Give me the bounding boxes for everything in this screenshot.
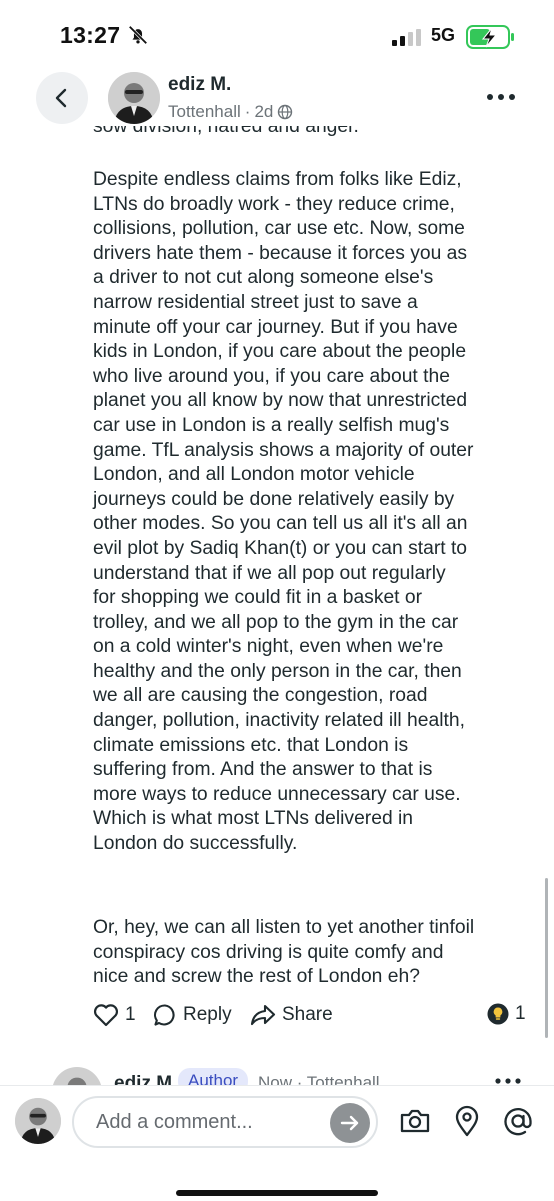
author-location[interactable]: Tottenhall (168, 102, 241, 122)
arrow-right-icon (340, 1115, 359, 1131)
comment-input-wrapper[interactable] (72, 1096, 378, 1148)
camera-icon[interactable] (398, 1104, 432, 1138)
like-button[interactable]: 1 (93, 1003, 136, 1027)
reply-label: Reply (183, 1004, 232, 1025)
post-actions: 1 Reply Share 1 (93, 1003, 533, 1031)
globe-icon (278, 104, 293, 120)
send-button[interactable] (330, 1103, 370, 1143)
reactions-summary[interactable]: 1 (487, 1003, 526, 1025)
share-button[interactable]: Share (250, 1003, 333, 1027)
author-avatar[interactable] (108, 72, 160, 124)
share-arrow-icon (250, 1004, 276, 1026)
clock: 13:27 (60, 22, 121, 48)
reactions-count: 1 (515, 1003, 526, 1024)
heart-icon (93, 1004, 119, 1027)
home-indicator (176, 1190, 378, 1196)
bell-slash-icon (128, 25, 148, 45)
next-comment-avatar (52, 1067, 102, 1087)
next-comment-preview[interactable]: ediz M. Author Now · Tottenhall (0, 1065, 554, 1087)
scrollbar-thumb[interactable] (545, 878, 548, 1038)
share-label: Share (282, 1004, 333, 1025)
person-photo-icon (15, 1098, 61, 1144)
chevron-left-icon (55, 88, 67, 108)
status-bar: 13:27 5G (0, 0, 554, 70)
like-count: 1 (125, 1004, 136, 1025)
location-pin-icon[interactable] (450, 1104, 484, 1138)
lightbulb-reaction-icon (487, 1003, 509, 1025)
more-options-icon[interactable] (485, 92, 517, 102)
post-age: 2d (254, 102, 274, 121)
mention-at-icon[interactable] (501, 1104, 535, 1138)
back-button[interactable] (36, 72, 88, 124)
network-type: 5G (431, 25, 456, 45)
more-options-icon[interactable] (494, 1077, 522, 1085)
meta-separator: · (244, 102, 251, 121)
battery-charging-icon (466, 25, 514, 49)
post-paragraph-1: Despite endless claims from folks like E… (93, 169, 474, 855)
person-photo-icon (108, 72, 160, 124)
post-paragraph-2: Or, hey, we can all listen to yet anothe… (93, 917, 475, 988)
current-user-avatar (15, 1098, 61, 1144)
reply-button[interactable]: Reply (153, 1003, 232, 1027)
comment-input[interactable] (94, 1110, 328, 1135)
speech-bubble-icon (154, 1004, 175, 1026)
cellular-signal-icon (392, 29, 421, 46)
comment-composer-bar (0, 1085, 554, 1201)
author-meta: Tottenhall · 2d (168, 102, 293, 122)
person-photo-icon (67, 1077, 87, 1087)
author-name[interactable]: ediz M. (168, 74, 231, 96)
